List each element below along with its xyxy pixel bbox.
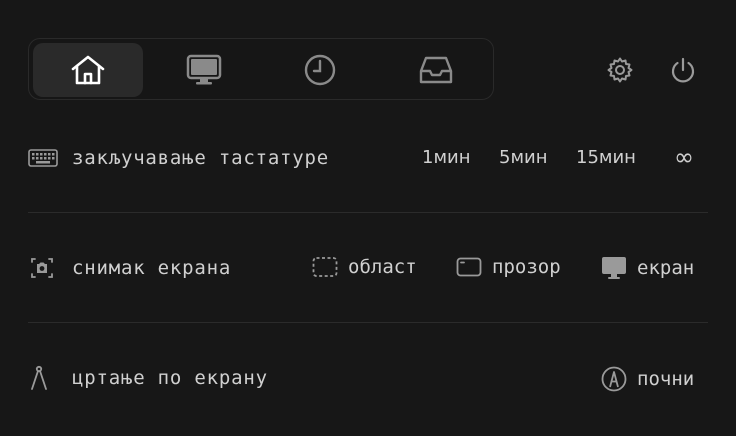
- monitor-icon: [186, 54, 222, 85]
- settings-button[interactable]: [605, 55, 635, 85]
- tab-history[interactable]: [265, 43, 375, 97]
- draw-start-button[interactable]: почни: [601, 366, 694, 392]
- screenshot-screen-option[interactable]: екран: [601, 256, 694, 280]
- lock-option-1min[interactable]: 1мин: [422, 147, 471, 168]
- tab-bar: [28, 38, 494, 100]
- keyboard-icon: [28, 143, 62, 173]
- power-button[interactable]: [668, 55, 698, 85]
- lock-option-15min[interactable]: 15мин: [576, 147, 636, 168]
- divider: [28, 322, 708, 323]
- lock-option-infinite[interactable]: ∞: [674, 143, 694, 171]
- pen-circle-icon: [601, 366, 627, 392]
- compass-icon: [28, 363, 62, 393]
- tab-inbox[interactable]: [381, 43, 491, 97]
- draw-label: цртање по екрану: [72, 367, 268, 389]
- dashed-rectangle-icon: [312, 257, 338, 277]
- keyboard-lock-label: закључавање тастатуре: [72, 147, 330, 169]
- draw-start-label: почни: [637, 368, 695, 390]
- screenshot-screen-label: екран: [637, 257, 695, 279]
- tab-home[interactable]: [33, 43, 143, 97]
- display-icon: [602, 257, 626, 279]
- screenshot-label: снимак екрана: [72, 257, 232, 279]
- screenshot-window-label: прозор: [492, 256, 561, 278]
- camera-icon: [28, 253, 62, 283]
- window-icon: [456, 257, 482, 277]
- clock-icon: [304, 54, 336, 86]
- screenshot-area-label: област: [348, 256, 417, 278]
- home-icon: [71, 55, 105, 85]
- inbox-icon: [419, 56, 453, 84]
- power-icon: [671, 57, 695, 83]
- lock-option-5min[interactable]: 5мин: [499, 147, 548, 168]
- divider: [28, 212, 708, 213]
- control-panel: закључавање тастатуре 1мин 5мин 15мин ∞ …: [0, 0, 736, 436]
- screenshot-area-option[interactable]: област: [312, 256, 417, 278]
- screenshot-window-option[interactable]: прозор: [456, 256, 561, 278]
- tab-monitor[interactable]: [149, 43, 259, 97]
- gear-icon: [607, 57, 633, 83]
